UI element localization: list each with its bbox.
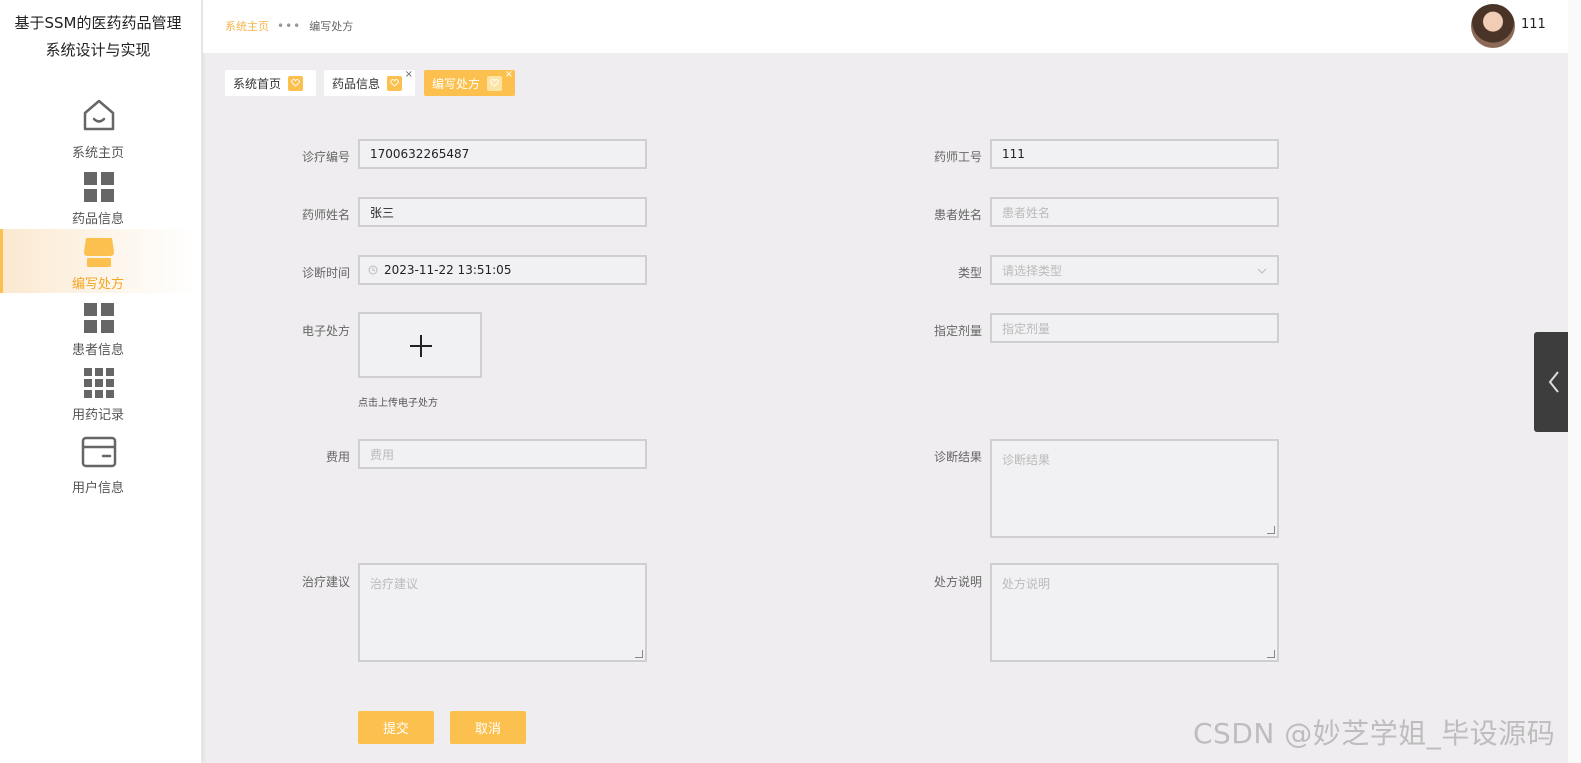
dosage-field[interactable]: 指定剂量 [990,313,1279,343]
diagnosis-time-value: 2023-11-22 13:51:05 [384,263,512,277]
app-title-line2: 系统设计与实现 [45,41,151,59]
label-treatment-advice: 治疗建议 [301,575,350,589]
sidebar-item-drug-info[interactable]: 药品信息 [0,170,196,232]
app-title-line1: 基于SSM的医药药品管理 [14,14,182,32]
grid-icon [84,303,114,333]
diagnosis-no-field[interactable]: 1700632265487 [358,139,647,169]
apps-icon [84,368,114,398]
tab-write-prescription[interactable]: 编写处方 × [424,69,515,96]
resize-grip-icon[interactable] [1267,526,1275,534]
sidebar-item-label: 用户信息 [71,481,124,496]
home-icon [83,99,115,131]
breadcrumb-current: 编写处方 [309,20,354,33]
label-diagnosis-no: 诊疗编号 [301,150,350,164]
heart-icon [288,75,304,91]
label-diagnosis-time: 诊断时间 [301,266,350,280]
card-icon [81,436,117,468]
cancel-button[interactable]: 取消 [450,711,526,744]
sidebar-item-label: 系统主页 [71,146,124,161]
top-header: 系统主页 ••• 编写处方 111 [203,0,1568,53]
sidebar-item-home[interactable]: 系统主页 [0,96,196,161]
sidebar-item-user-info[interactable]: 用户信息 [0,434,196,496]
label-dosage: 指定剂量 [933,324,982,338]
breadcrumb-separator: ••• [277,19,302,33]
page-scrollbar[interactable] [1568,0,1581,763]
pharmacist-name-field[interactable]: 张三 [358,197,647,227]
app-title: 基于SSM的医药药品管理 系统设计与实现 [0,10,196,64]
sidebar-item-label: 编写处方 [71,277,124,292]
label-diagnosis-result: 诊断结果 [933,450,982,464]
sidebar-item-medication-records[interactable]: 用药记录 [0,366,196,428]
label-fee: 费用 [325,450,350,464]
sidebar-item-write-prescription[interactable]: 编写处方 [0,229,196,293]
resize-grip-icon[interactable] [1267,650,1275,658]
sidebar-item-label: 用药记录 [71,408,124,423]
tab-drug-info[interactable]: 药品信息 × [324,69,415,96]
watermark: CSDN @妙芝学姐_毕设源码 [1193,717,1556,750]
diagnosis-result-field[interactable]: 诊断结果 [990,439,1279,538]
prescription-notes-field[interactable]: 处方说明 [990,563,1279,662]
tab-label: 药品信息 [332,76,381,91]
tab-label: 编写处方 [432,76,481,91]
label-prescription-notes: 处方说明 [933,575,982,589]
diagnosis-time-field[interactable]: 2023-11-22 13:51:05 [358,255,647,285]
sidebar: 基于SSM的医药药品管理 系统设计与实现 系统主页 药品信息 编写处方 患者信息 [0,0,202,763]
plus-icon-vertical [420,335,422,357]
treatment-advice-placeholder: 治疗建议 [370,577,419,591]
sidebar-item-label: 患者信息 [71,343,124,358]
username[interactable]: 111 [1521,17,1546,32]
label-type: 类型 [957,266,982,280]
treatment-advice-field[interactable]: 治疗建议 [358,563,647,662]
shop-icon [84,238,114,267]
label-pharmacist-name: 药师姓名 [301,208,350,222]
heart-icon [487,75,503,91]
type-select[interactable]: 请选择类型 [990,255,1279,285]
label-patient-name: 患者姓名 [933,208,982,222]
type-select-placeholder: 请选择类型 [1002,263,1063,278]
fee-field[interactable]: 费用 [358,439,647,469]
clock-icon [368,265,378,275]
upload-hint: 点击上传电子处方 [358,398,438,409]
side-panel-toggle[interactable] [1534,332,1568,432]
close-icon[interactable]: × [405,69,413,80]
grid-icon [84,172,114,202]
chevron-down-icon [1257,268,1267,274]
tab-system-home[interactable]: 系统首页 [225,70,316,96]
heart-icon [387,75,403,91]
tab-label: 系统首页 [233,76,282,91]
breadcrumb: 系统主页 ••• 编写处方 [225,18,353,34]
resize-grip-icon[interactable] [635,650,643,658]
patient-name-field[interactable]: 患者姓名 [990,197,1279,227]
sidebar-item-patient-info[interactable]: 患者信息 [0,301,196,363]
close-icon[interactable]: × [505,69,513,80]
sidebar-item-label: 药品信息 [71,212,124,227]
label-e-prescription: 电子处方 [301,324,350,338]
diagnosis-result-placeholder: 诊断结果 [1002,453,1051,467]
prescription-notes-placeholder: 处方说明 [1002,577,1051,591]
pharmacist-id-field[interactable]: 111 [990,139,1279,169]
label-pharmacist-id: 药师工号 [933,150,982,164]
breadcrumb-home[interactable]: 系统主页 [225,18,269,34]
chevron-left-icon [1548,371,1559,393]
avatar[interactable] [1471,4,1515,48]
upload-e-prescription[interactable] [358,312,482,378]
submit-button[interactable]: 提交 [358,711,434,744]
